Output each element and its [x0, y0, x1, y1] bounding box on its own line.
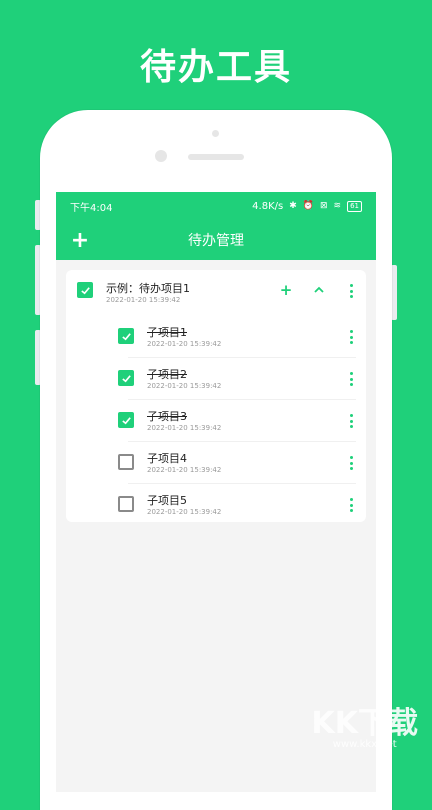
subitem-title: 子项目2: [147, 368, 187, 381]
collapse-button[interactable]: [310, 281, 328, 299]
subitem-row[interactable]: 子项目2 2022-01-20 15:39:42: [66, 358, 366, 400]
subitem-row[interactable]: 子项目4 2022-01-20 15:39:42: [66, 442, 366, 484]
subitem-title: 子项目1: [147, 326, 187, 339]
more-options-button[interactable]: [346, 414, 356, 428]
status-bar: 下午4:04 4.8K/s ✱ ⏰ ⊠ ≋ 61: [56, 192, 376, 220]
task-card: 示例：待办项目1 2022-01-20 15:39:42 + 子项目1 2022…: [66, 270, 366, 522]
subitem-title: 子项目3: [147, 410, 187, 423]
status-time: 下午4:04: [70, 202, 113, 214]
bluetooth-icon: ✱: [289, 201, 297, 211]
status-icons: 4.8K/s ✱ ⏰ ⊠ ≋ 61: [252, 200, 362, 212]
add-subitem-button[interactable]: +: [277, 281, 295, 299]
subitem-title: 子项目4: [147, 452, 187, 465]
phone-camera: [155, 150, 167, 162]
check-icon: [121, 374, 131, 382]
subitem-row[interactable]: 子项目5 2022-01-20 15:39:42: [66, 484, 366, 526]
more-options-button[interactable]: [346, 330, 356, 344]
check-icon: [121, 332, 131, 340]
net-speed: 4.8K/s: [252, 200, 284, 212]
subitem-time: 2022-01-20 15:39:42: [147, 340, 222, 348]
app-title: 待办管理: [188, 233, 244, 249]
add-task-button[interactable]: +: [68, 228, 92, 253]
more-options-button[interactable]: [346, 498, 356, 512]
subitem-time: 2022-01-20 15:39:42: [147, 508, 222, 516]
headline: 待办工具: [139, 47, 292, 88]
more-options-button[interactable]: [346, 372, 356, 386]
phone-sensor: [212, 130, 219, 137]
subitem-checkbox[interactable]: [118, 328, 134, 344]
sim-icon: ⊠: [319, 201, 328, 211]
app-bar: + 待办管理: [56, 220, 376, 260]
battery-icon: 61: [347, 200, 362, 212]
subitem-row[interactable]: 子项目3 2022-01-20 15:39:42: [66, 400, 366, 442]
app-screen: 下午4:04 4.8K/s ✱ ⏰ ⊠ ≋ 61 + 待办管理 示例：待办项目1…: [56, 192, 376, 792]
task-time: 2022-01-20 15:39:42: [106, 296, 181, 304]
subitem-time: 2022-01-20 15:39:42: [147, 424, 222, 432]
task-checkbox[interactable]: [77, 282, 93, 298]
subitem-time: 2022-01-20 15:39:42: [147, 382, 222, 390]
subitem-time: 2022-01-20 15:39:42: [147, 466, 222, 474]
watermark-logo: KK下载: [311, 706, 419, 741]
watermark: KK下载 www.kkx.net: [311, 706, 419, 751]
subitem-title: 子项目5: [147, 494, 187, 507]
subitem-checkbox[interactable]: [118, 496, 134, 512]
more-options-button[interactable]: [346, 284, 356, 298]
phone-speaker: [188, 154, 244, 160]
alarm-icon: ⏰: [302, 201, 314, 211]
task-row[interactable]: 示例：待办项目1 2022-01-20 15:39:42 +: [66, 270, 366, 316]
subitem-row[interactable]: 子项目1 2022-01-20 15:39:42: [66, 316, 366, 358]
chevron-up-icon: [314, 286, 324, 293]
check-icon: [80, 286, 90, 294]
subitem-checkbox[interactable]: [118, 454, 134, 470]
wifi-icon: ≋: [333, 201, 342, 211]
watermark-url: www.kkx.net: [332, 739, 397, 750]
subitem-checkbox[interactable]: [118, 370, 134, 386]
more-options-button[interactable]: [346, 456, 356, 470]
task-title: 示例：待办项目1: [106, 282, 190, 295]
check-icon: [121, 416, 131, 424]
subitem-checkbox[interactable]: [118, 412, 134, 428]
